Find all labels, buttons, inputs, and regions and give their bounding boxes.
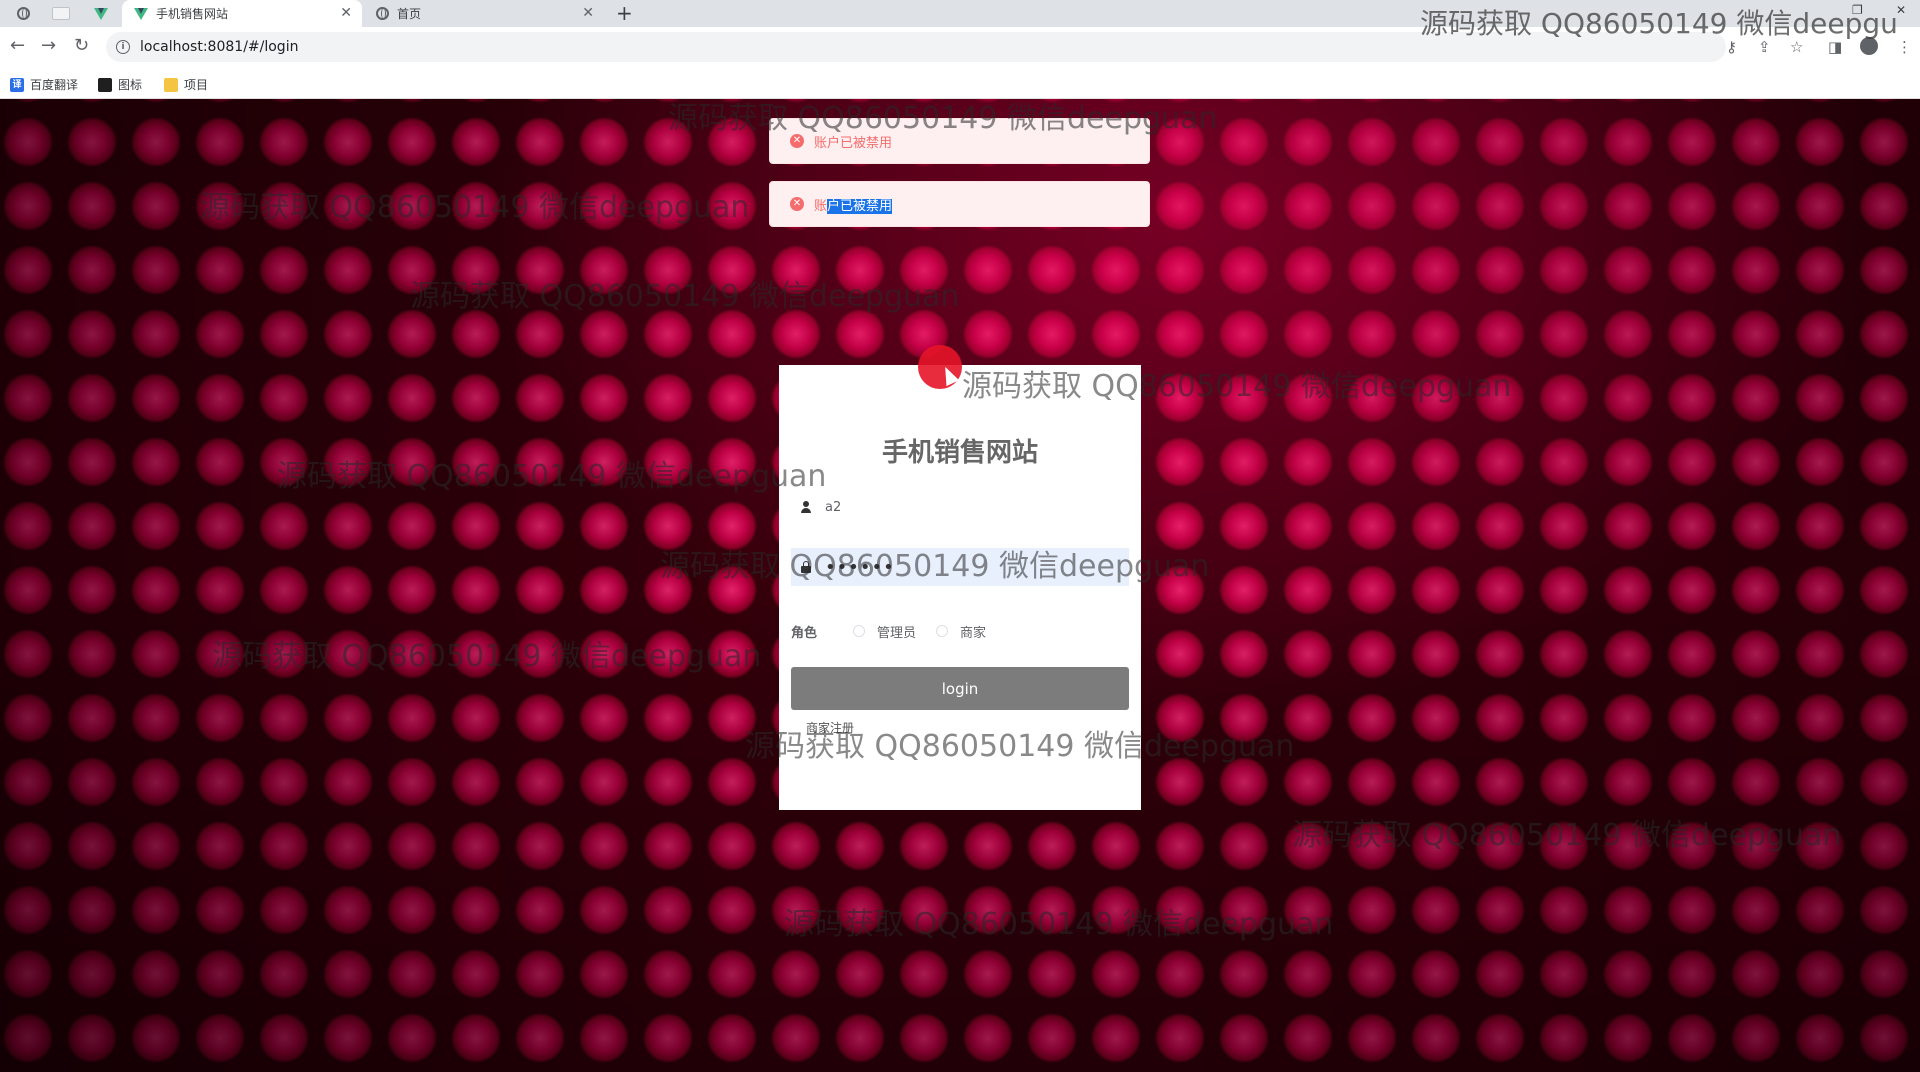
- vue-logo-icon: [94, 7, 108, 20]
- username-field[interactable]: a2: [791, 488, 1129, 526]
- watermark: 源码获取 QQ86050149 微信deepguan: [200, 190, 750, 225]
- radio-circle-icon: [853, 625, 865, 637]
- tab-pinned-1[interactable]: [6, 0, 40, 27]
- watermark: 源码获取 QQ86050149 微信deepguan: [962, 369, 1512, 404]
- bookmark-label: 百度翻译: [30, 78, 79, 92]
- user-icon: [801, 501, 811, 513]
- error-message-text: 账户已被禁用: [814, 198, 893, 214]
- info-icon[interactable]: i: [116, 40, 130, 54]
- forward-button[interactable]: →: [41, 36, 56, 56]
- radio-label: 商家: [960, 625, 987, 641]
- tab-login[interactable]: 手机销售网站 ✕: [122, 0, 362, 27]
- selected-text: 户已被禁用: [827, 198, 893, 214]
- watermark: 源码获取 QQ86050149 微信deepguan: [410, 279, 960, 314]
- error-message: ✕ 账户已被禁用: [769, 181, 1150, 227]
- role-selector: 角色 管理员 商家: [791, 621, 1129, 641]
- bookmark-project[interactable]: 项目: [164, 76, 208, 93]
- url-text: localhost:8081/#/login: [140, 39, 299, 55]
- watermark: 源码获取 QQ86050149 微信deepguan: [277, 459, 827, 494]
- error-circle-icon: ✕: [790, 197, 804, 211]
- role-radio-admin[interactable]: 管理员: [853, 622, 916, 641]
- login-page-background: ✕ 账户已被禁用 ✕ 账户已被禁用 手机销售网站 a2 •••••• 角色 管理…: [0, 99, 1920, 1072]
- watermark: 源码获取 QQ86050149 微信deepguan: [1292, 818, 1842, 853]
- username-value: a2: [825, 499, 842, 515]
- back-button[interactable]: ←: [10, 36, 25, 56]
- watermark: 源码获取 QQ86050149 微信deepguan: [745, 729, 1295, 764]
- tab-pinned-2[interactable]: [44, 0, 78, 27]
- bookmark-baidu-translate[interactable]: 译 百度翻译: [10, 76, 78, 93]
- watermark: 源码获取 QQ86050149 微信deepguan: [784, 907, 1334, 942]
- new-tab-button[interactable]: +: [616, 1, 633, 25]
- radio-label: 管理员: [877, 625, 917, 641]
- tab-title: 手机销售网站: [156, 7, 229, 21]
- close-icon[interactable]: ✕: [582, 5, 594, 21]
- role-radio-merchant[interactable]: 商家: [936, 622, 986, 641]
- close-icon[interactable]: ✕: [340, 5, 352, 21]
- blank-page-icon: [52, 7, 70, 20]
- globe-icon: [376, 7, 389, 20]
- vue-logo-icon: [134, 7, 148, 20]
- watermark: 源码获取 QQ86050149 微信deepgu: [1420, 7, 1898, 40]
- bookmark-icons[interactable]: 图标: [98, 76, 142, 93]
- watermark: 源码获取 QQ86050149 微信deepguan: [212, 639, 762, 674]
- watermark: 源码获取 QQ86050149 微信deepguan: [660, 549, 1210, 584]
- tab-pinned-3[interactable]: [84, 0, 118, 27]
- watermark: 源码获取 QQ86050149 微信deepguan: [668, 101, 1218, 136]
- tab-title: 首页: [397, 7, 422, 21]
- menu-kebab-icon[interactable]: ⋮: [1897, 38, 1912, 56]
- reload-button[interactable]: ↻: [74, 36, 89, 56]
- folder-icon: [164, 77, 178, 92]
- bookmarks-bar: 译 百度翻译 图标 项目: [0, 68, 1920, 99]
- role-label: 角色: [791, 625, 818, 641]
- tab-home[interactable]: 首页 ✕: [364, 0, 604, 27]
- login-button[interactable]: login: [791, 667, 1129, 710]
- page-title: 手机销售网站: [881, 438, 1038, 468]
- globe-icon: [16, 7, 30, 20]
- click-highlight: [918, 345, 962, 389]
- radio-circle-icon: [936, 625, 949, 637]
- bookmark-label: 图标: [118, 78, 143, 92]
- bookmark-label: 项目: [184, 78, 209, 92]
- translate-icon: 译: [10, 77, 24, 92]
- image-icon: [98, 77, 112, 92]
